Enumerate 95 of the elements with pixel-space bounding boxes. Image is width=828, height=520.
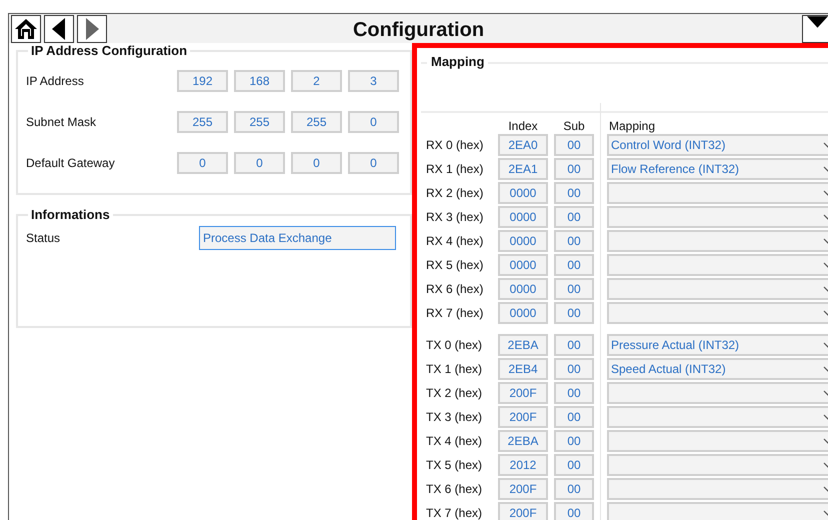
row-label: TX 7 (hex) (426, 505, 482, 520)
octet-field[interactable]: 255 (177, 110, 228, 132)
mapping-dropdown[interactable] (607, 206, 828, 228)
home-icon (14, 16, 38, 40)
sub-field[interactable]: 00 (554, 502, 594, 520)
mapping-dropdown[interactable] (607, 302, 828, 324)
mapping-dropdown[interactable]: Flow Reference (INT32) (607, 158, 828, 180)
right-arrow-icon (85, 18, 99, 40)
sub-field[interactable]: 00 (554, 278, 594, 300)
index-field[interactable]: 200F (498, 502, 548, 520)
row-label: RX 2 (hex) (426, 185, 484, 202)
sub-field[interactable]: 00 (554, 230, 594, 252)
sub-field[interactable]: 00 (554, 478, 594, 500)
mapping-dropdown[interactable] (607, 454, 828, 476)
index-field[interactable]: 200F (498, 478, 548, 500)
mapping-dropdown[interactable] (607, 230, 828, 252)
octet-field[interactable]: 0 (177, 152, 228, 174)
sub-field[interactable]: 00 (554, 182, 594, 204)
field-label: Subnet Mask (26, 114, 98, 128)
row-label: TX 0 (hex) (426, 337, 482, 354)
index-field[interactable]: 0000 (498, 254, 548, 276)
field-label: IP Address (26, 74, 85, 88)
group-title: IP Address Configuration (30, 43, 188, 58)
row-label: RX 6 (hex) (426, 281, 484, 298)
index-field[interactable]: 2012 (498, 454, 548, 476)
octet-field[interactable]: 0 (291, 152, 342, 174)
menu-dropdown-button[interactable] (802, 14, 828, 42)
sub-field[interactable]: 00 (554, 302, 594, 324)
octet-field[interactable]: 255 (291, 110, 342, 132)
index-field[interactable]: 2EA0 (498, 134, 548, 156)
row-label: TX 2 (hex) (426, 385, 482, 402)
sub-field[interactable]: 00 (554, 406, 594, 428)
octet-field[interactable]: 255 (234, 110, 285, 132)
row-label: TX 4 (hex) (426, 433, 482, 450)
row-label: TX 6 (hex) (426, 481, 482, 498)
octet-field[interactable]: 0 (234, 152, 285, 174)
index-field[interactable]: 2EA1 (498, 158, 548, 180)
mapping-dropdown[interactable] (607, 254, 828, 276)
sub-field[interactable]: 00 (554, 358, 594, 380)
index-field[interactable]: 2EBA (498, 430, 548, 452)
mapping-dropdown[interactable] (607, 478, 828, 500)
mapping-dropdown[interactable]: Speed Actual (INT32) (607, 358, 828, 380)
field-label: Status (26, 230, 62, 245)
index-field[interactable]: 0000 (498, 278, 548, 300)
sub-field[interactable]: 00 (554, 254, 594, 276)
row-label: TX 1 (hex) (426, 361, 482, 378)
octet-field[interactable]: 168 (234, 70, 285, 92)
field-label: Default Gateway (26, 156, 116, 170)
row-label: RX 7 (hex) (426, 305, 484, 322)
mapping-dropdown[interactable] (607, 502, 828, 520)
row-label: TX 3 (hex) (426, 409, 482, 426)
mapping-dropdown[interactable] (607, 406, 828, 428)
mapping-dropdown[interactable] (607, 382, 828, 404)
index-field[interactable]: 0000 (498, 182, 548, 204)
octet-field[interactable]: 192 (177, 70, 228, 92)
octet-field[interactable]: 0 (348, 152, 399, 174)
row-label: RX 1 (hex) (426, 161, 484, 178)
sub-field[interactable]: 00 (554, 382, 594, 404)
row-label: RX 0 (hex) (426, 137, 484, 154)
column-header: Sub (562, 118, 586, 133)
octet-field[interactable]: 3 (348, 70, 399, 92)
octet-field[interactable]: 0 (348, 110, 399, 132)
index-field[interactable]: 0000 (498, 302, 548, 324)
index-field[interactable]: 0000 (498, 230, 548, 252)
sub-field[interactable]: 00 (554, 334, 594, 356)
back-button[interactable] (44, 14, 74, 42)
group-title: Mapping (427, 54, 488, 69)
column-header: Index (507, 118, 539, 133)
sub-field[interactable]: 00 (554, 454, 594, 476)
index-field[interactable]: 2EB4 (498, 358, 548, 380)
index-field[interactable]: 200F (498, 382, 548, 404)
row-label: RX 5 (hex) (426, 257, 484, 274)
window-title: Configuration (352, 18, 484, 42)
index-field[interactable]: 2EBA (498, 334, 548, 356)
octet-field[interactable]: 2 (291, 70, 342, 92)
mapping-dropdown[interactable]: Control Word (INT32) (607, 134, 828, 156)
row-label: TX 5 (hex) (426, 457, 482, 474)
mapping-dropdown[interactable] (607, 430, 828, 452)
home-button[interactable] (11, 14, 41, 42)
mapping-dropdown[interactable] (607, 278, 828, 300)
row-label: RX 3 (hex) (426, 209, 484, 226)
group-title: Informations (30, 207, 111, 222)
left-arrow-icon (52, 18, 66, 40)
status-field[interactable]: Process Data Exchange (199, 226, 396, 250)
index-field[interactable]: 200F (498, 406, 548, 428)
column-header: Mapping (608, 118, 656, 133)
caret-icon (807, 16, 828, 28)
sub-field[interactable]: 00 (554, 134, 594, 156)
sub-field[interactable]: 00 (554, 206, 594, 228)
mapping-dropdown[interactable] (607, 182, 828, 204)
sub-field[interactable]: 00 (554, 430, 594, 452)
row-label: RX 4 (hex) (426, 233, 484, 250)
mapping-dropdown[interactable]: Pressure Actual (INT32) (607, 334, 828, 356)
index-field[interactable]: 0000 (498, 206, 548, 228)
sub-field[interactable]: 00 (554, 158, 594, 180)
